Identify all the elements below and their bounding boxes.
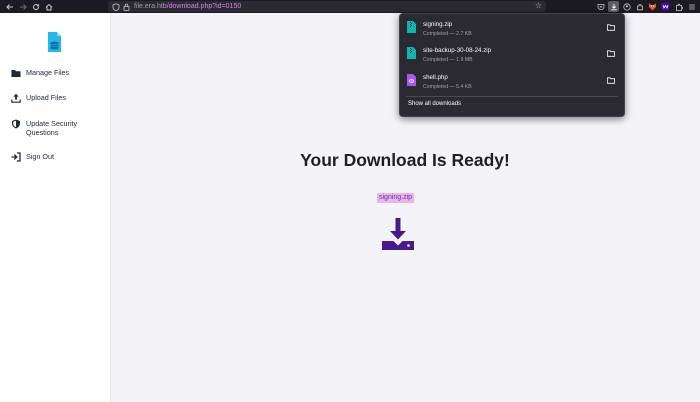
download-icon[interactable] [380,216,416,252]
open-folder-icon[interactable] [607,24,615,31]
file-storage-logo-icon [48,32,61,52]
sidebar-item-label: Upload Files [26,93,66,102]
puzzle-icon[interactable] [673,1,684,12]
sign-out-icon [11,152,21,162]
wappalyzer-icon[interactable] [660,1,671,12]
home-icon[interactable] [42,0,55,13]
account-icon[interactable] [621,1,632,12]
url-host: file.era.htb [134,3,167,10]
zip-file-icon [407,47,416,59]
menu-icon[interactable] [686,1,697,12]
bookmark-star-icon[interactable]: ☆ [535,1,542,10]
sidebar-item-sign-out[interactable]: Sign Out [11,152,96,162]
download-item-name: shell.php [423,74,448,81]
sidebar-item-label: Manage Files [26,68,70,77]
download-item-name: signing.zip [423,21,453,28]
sidebar-item-manage-files[interactable]: Manage Files [11,68,96,78]
url-bar[interactable]: file.era.htb/download.php?id=0150 ☆ [108,1,546,12]
open-folder-icon[interactable] [607,77,615,84]
upload-icon [11,93,21,103]
php-file-icon [407,74,416,86]
page-title: Your Download Is Ready! [300,150,510,170]
foxyproxy-icon[interactable] [647,1,658,12]
url-path: /download.php?id=0150 [166,3,242,10]
reload-icon[interactable] [29,0,42,13]
browser-toolbar: file.era.htb/download.php?id=0150 ☆ [0,0,700,13]
sidebar-item-label: Update Security Questions [26,119,78,137]
panel-divider [406,96,618,97]
pocket-icon[interactable] [595,1,606,12]
extensions-icon[interactable] [634,1,645,12]
tracking-protection-icon[interactable] [112,2,120,11]
arrow-left-icon[interactable] [3,0,16,13]
open-folder-icon[interactable] [607,50,615,57]
toolbar-right-icons [595,0,697,13]
sidebar-item-upload-files[interactable]: Upload Files [11,93,96,103]
show-all-downloads-link[interactable]: Show all downloads [408,101,461,107]
download-filename: signing.zip [377,193,415,203]
sidebar-item-update-security-questions[interactable]: Update Security Questions [11,119,96,137]
downloads-panel: signing.zip Completed — 2.7 KB site-back… [399,13,625,117]
download-item[interactable]: shell.php Completed — 5.4 KB [400,71,624,95]
download-item-name: site-backup-30-08-24.zip [423,47,492,54]
downloads-icon[interactable] [608,1,619,12]
lock-icon[interactable] [123,3,130,11]
sidebar-item-label: Sign Out [26,152,54,161]
download-item-status: Completed — 1.9 MB [423,57,473,63]
download-item-status: Completed — 2.7 KB [423,31,472,37]
sidebar: Manage Files Upload Files Update Securit… [0,13,111,402]
zip-file-icon [407,21,416,33]
shield-icon [12,119,20,129]
download-item[interactable]: site-backup-30-08-24.zip Completed — 1.9… [400,44,624,68]
folder-icon [11,70,21,77]
download-item[interactable]: signing.zip Completed — 2.7 KB [400,18,624,42]
download-item-status: Completed — 5.4 KB [423,84,472,90]
arrow-right-icon[interactable] [16,0,29,13]
